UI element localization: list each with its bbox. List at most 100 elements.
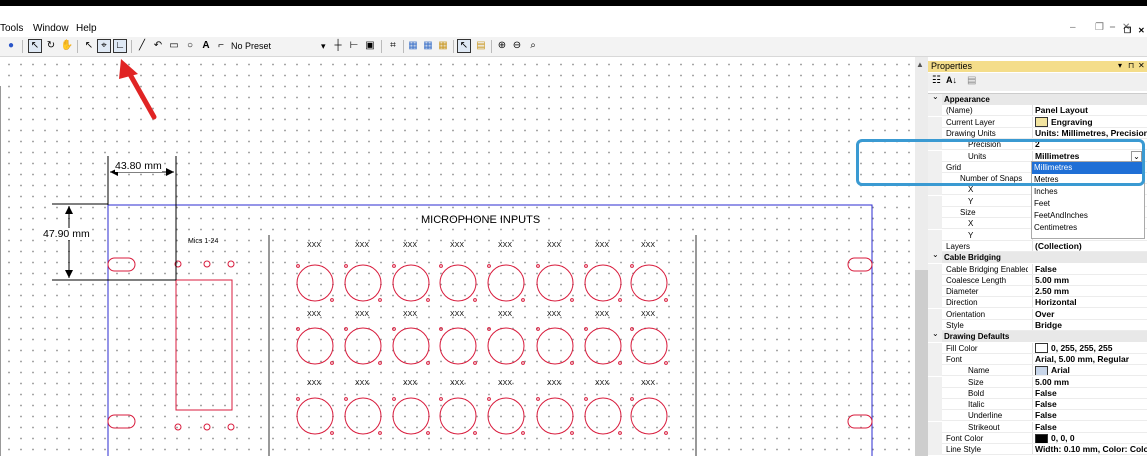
- collapse-icon[interactable]: ⌄: [932, 329, 939, 338]
- dimension-icon[interactable]: ⊢: [347, 39, 361, 53]
- alphabetical-icon[interactable]: A↓: [946, 75, 957, 85]
- property-row[interactable]: Diameter 2.50 mm: [928, 286, 1147, 298]
- connector-label: XXX: [595, 311, 610, 318]
- property-row[interactable]: Cable Bridging Enabled False: [928, 263, 1147, 275]
- mounting-hole: [392, 327, 396, 331]
- autohide-icon[interactable]: ⊓: [1128, 61, 1134, 70]
- line-tool-icon[interactable]: ╱: [135, 39, 149, 53]
- property-pages-icon[interactable]: ▤: [967, 75, 976, 86]
- xlr-connector-cutout: [344, 264, 382, 302]
- rectangle-tool-icon[interactable]: ▭: [167, 39, 181, 53]
- snap-to-grid-icon[interactable]: ⌖: [97, 39, 111, 53]
- property-row[interactable]: (Name) Panel Layout: [928, 105, 1147, 117]
- restore-button[interactable]: ❐: [1095, 22, 1104, 33]
- properties-panel: Properties ▾ ⊓ ✕ ☷ A↓ ▤ ⌄ Appearance (Name…: [928, 57, 1147, 456]
- doc-minimize-button[interactable]: ‗: [1110, 17, 1115, 27]
- rack-slot: [847, 414, 873, 429]
- property-category[interactable]: ⌄ Appearance: [928, 92, 1147, 105]
- connector-label: XXX: [307, 380, 322, 387]
- property-row[interactable]: Style Bridge: [928, 320, 1147, 331]
- xlr-connector-cutout: [630, 264, 668, 302]
- units-option[interactable]: Centimetres: [1032, 222, 1144, 234]
- xlr-connector-cutout: [392, 264, 430, 302]
- mounting-hole: [521, 361, 525, 365]
- property-row[interactable]: Bold False: [928, 387, 1147, 399]
- mounting-hole: [473, 298, 477, 302]
- connector-label: XXX: [307, 311, 322, 318]
- ruler-icon[interactable]: ▤: [474, 39, 488, 53]
- xlr-connector-cutout: [439, 397, 477, 435]
- align-center-icon[interactable]: ┼: [331, 39, 345, 53]
- units-option[interactable]: FeetAndInches: [1032, 210, 1144, 222]
- property-row[interactable]: Italic False: [928, 399, 1147, 411]
- property-row[interactable]: Font Color 0, 0, 0: [928, 433, 1147, 444]
- collapse-icon[interactable]: ⌄: [932, 92, 939, 101]
- help-icon[interactable]: ●: [4, 39, 18, 53]
- connector-label: XXX: [307, 242, 322, 249]
- menu-tools[interactable]: Tools: [0, 23, 23, 34]
- path-tool-icon[interactable]: ⌐: [214, 39, 228, 53]
- property-category[interactable]: ⌄ Drawing Defaults: [928, 329, 1147, 343]
- property-row[interactable]: Fill Color 0, 255, 255, 255: [928, 342, 1147, 354]
- menu-window[interactable]: Window: [33, 23, 69, 34]
- property-row[interactable]: Line Style Width: 0.10 mm, Color: Colo: [928, 444, 1147, 456]
- layer-up-icon[interactable]: ▦: [406, 39, 420, 53]
- image-icon[interactable]: ▣: [363, 39, 377, 53]
- units-option[interactable]: Feet: [1032, 198, 1144, 210]
- connector-label: XXX: [403, 380, 418, 387]
- zoom-in-icon[interactable]: ⊕: [495, 39, 509, 53]
- doc-close-button[interactable]: ✕: [1138, 26, 1145, 35]
- xlr-connector-cutout: [344, 327, 382, 365]
- rotate-icon[interactable]: ↻: [44, 39, 58, 53]
- zoom-out-icon[interactable]: ⊖: [510, 39, 524, 53]
- mounting-hole: [570, 361, 574, 365]
- property-row[interactable]: Coalesce Length 5.00 mm: [928, 274, 1147, 286]
- menu-help[interactable]: Help: [76, 23, 97, 34]
- property-row[interactable]: Orientation Over: [928, 308, 1147, 320]
- mounting-hole: [392, 397, 396, 401]
- property-row[interactable]: Underline False: [928, 410, 1147, 422]
- property-category[interactable]: ⌄ Cable Bridging: [928, 250, 1147, 264]
- scroll-up-icon[interactable]: ▲: [916, 60, 924, 69]
- preset-label: No Preset: [231, 41, 272, 51]
- node-select-icon[interactable]: ↖: [82, 39, 96, 53]
- connector-label: XXX: [498, 380, 513, 387]
- mounting-hole: [473, 361, 477, 365]
- close-panel-icon[interactable]: ✕: [1138, 61, 1145, 70]
- categorized-icon[interactable]: ☷: [932, 75, 941, 86]
- mounting-hole: [344, 397, 348, 401]
- mic-group-label: Mics 1-24: [188, 238, 219, 245]
- layer-icon[interactable]: ▦: [436, 39, 450, 53]
- property-row[interactable]: Font Arial, 5.00 mm, Regular: [928, 353, 1147, 365]
- measure-icon[interactable]: ↖: [457, 39, 471, 53]
- property-row[interactable]: Drawing Units Units: Millimetres, Precisi…: [928, 127, 1147, 139]
- circle-tool-icon[interactable]: ○: [183, 39, 197, 53]
- zoom-fit-icon[interactable]: ⌕: [526, 39, 540, 53]
- arc-tool-icon[interactable]: ↶: [151, 39, 165, 53]
- units-option[interactable]: Inches: [1032, 186, 1144, 198]
- property-row[interactable]: Direction Horizontal: [928, 297, 1147, 309]
- drawing-canvas[interactable]: 43.80 mm 47.90 mm MICROPHONE INPUTS Mics…: [0, 57, 915, 456]
- scrollbar-thumb[interactable]: [915, 270, 928, 456]
- property-row[interactable]: Layers (Collection): [928, 240, 1147, 252]
- corner-snap-icon[interactable]: ∟: [113, 39, 127, 53]
- minimize-button[interactable]: –: [1070, 22, 1076, 33]
- pan-icon[interactable]: ✋: [60, 39, 74, 53]
- select-tool-icon[interactable]: ↖: [28, 39, 42, 53]
- layer-down-icon[interactable]: ▦: [421, 39, 435, 53]
- connector-label: XXX: [450, 242, 465, 249]
- group-icon[interactable]: ⌗: [386, 39, 400, 53]
- xlr-connector-cutout: [536, 397, 574, 435]
- property-name: Cable Bridging: [944, 253, 1001, 263]
- property-row[interactable]: Strikeout False: [928, 421, 1147, 433]
- preset-select[interactable]: No Preset ▾: [231, 41, 327, 51]
- doc-restore-button[interactable]: ❐: [1124, 26, 1131, 35]
- property-row[interactable]: Name Arial: [928, 365, 1147, 377]
- property-row[interactable]: Size 5.00 mm: [928, 376, 1147, 388]
- connector-label: XXX: [641, 311, 656, 318]
- collapse-icon[interactable]: ⌄: [932, 250, 939, 259]
- pin-icon[interactable]: ▾: [1118, 61, 1122, 70]
- property-row[interactable]: Current Layer Engraving: [928, 116, 1147, 128]
- mounting-hole: [487, 397, 491, 401]
- text-tool-icon[interactable]: A: [199, 39, 213, 53]
